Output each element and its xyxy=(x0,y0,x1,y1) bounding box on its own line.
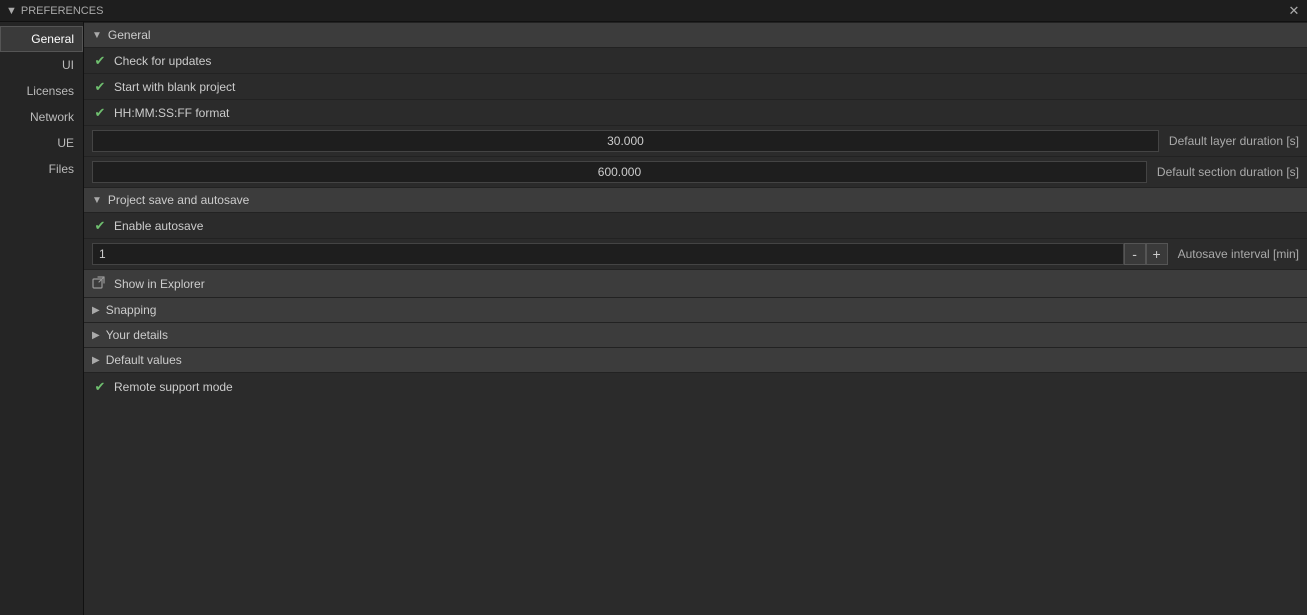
hhmm-format-row: ✔ HH:MM:SS:FF format xyxy=(84,99,1307,125)
snapping-section-header[interactable]: ▶ Snapping xyxy=(84,297,1307,322)
enable-autosave-checkbox-row[interactable]: ✔ Enable autosave xyxy=(92,218,203,234)
blank-project-checkbox-row[interactable]: ✔ Start with blank project xyxy=(92,79,235,95)
sidebar-item-network[interactable]: Network xyxy=(0,104,83,130)
remote-support-label: Remote support mode xyxy=(114,380,233,394)
autosave-section-header[interactable]: ▼ Project save and autosave xyxy=(84,187,1307,212)
enable-autosave-checkmark: ✔ xyxy=(92,218,108,234)
show-in-explorer-row[interactable]: Show in Explorer xyxy=(84,269,1307,297)
enable-autosave-row: ✔ Enable autosave xyxy=(84,212,1307,238)
remote-support-checkmark: ✔ xyxy=(92,379,108,395)
sidebar-item-ue[interactable]: UE xyxy=(0,130,83,156)
general-section-label: General xyxy=(108,28,151,42)
section-duration-input[interactable] xyxy=(92,161,1147,183)
your-details-section-header[interactable]: ▶ Your details xyxy=(84,322,1307,347)
layer-duration-input[interactable] xyxy=(92,130,1159,152)
blank-project-label: Start with blank project xyxy=(114,80,235,94)
autosave-minus-button[interactable]: - xyxy=(1124,243,1146,265)
snapping-expand-icon: ▶ xyxy=(92,305,100,316)
section-duration-input-row: Default section duration [s] xyxy=(92,161,1299,183)
blank-project-row: ✔ Start with blank project xyxy=(84,73,1307,99)
general-section-header[interactable]: ▼ General xyxy=(84,22,1307,47)
default-values-section-header[interactable]: ▶ Default values xyxy=(84,347,1307,372)
close-button[interactable]: ✕ xyxy=(1287,4,1301,18)
autosave-collapse-icon: ▼ xyxy=(92,195,102,206)
check-updates-checkmark: ✔ xyxy=(92,53,108,69)
snapping-label: Snapping xyxy=(106,303,157,317)
title-bar: ▼ PREFERENCES ✕ xyxy=(0,0,1307,22)
sidebar: General UI Licenses Network UE Files xyxy=(0,22,84,615)
general-collapse-icon: ▼ xyxy=(92,30,102,41)
external-link-icon xyxy=(92,275,106,292)
your-details-label: Your details xyxy=(106,328,168,342)
sidebar-item-general[interactable]: General xyxy=(0,26,83,52)
autosave-interval-label: Autosave interval [min] xyxy=(1168,247,1299,261)
default-values-label: Default values xyxy=(106,353,182,367)
check-updates-checkbox-row[interactable]: ✔ Check for updates xyxy=(92,53,211,69)
sidebar-item-licenses[interactable]: Licenses xyxy=(0,78,83,104)
main-layout: General UI Licenses Network UE Files ▼ G… xyxy=(0,22,1307,615)
section-duration-row: Default section duration [s] xyxy=(84,156,1307,187)
autosave-section-label: Project save and autosave xyxy=(108,193,249,207)
autosave-interval-row: - + Autosave interval [min] xyxy=(84,238,1307,269)
hhmm-checkmark: ✔ xyxy=(92,105,108,121)
layer-duration-label: Default layer duration [s] xyxy=(1159,134,1299,148)
sidebar-item-files[interactable]: Files xyxy=(0,156,83,182)
hhmm-label: HH:MM:SS:FF format xyxy=(114,106,229,120)
show-in-explorer-label: Show in Explorer xyxy=(114,277,205,291)
content-area: ▼ General ✔ Check for updates ✔ Start wi… xyxy=(84,22,1307,615)
your-details-expand-icon: ▶ xyxy=(92,330,100,341)
layer-duration-input-row: Default layer duration [s] xyxy=(92,130,1299,152)
section-duration-label: Default section duration [s] xyxy=(1147,165,1299,179)
layer-duration-row: Default layer duration [s] xyxy=(84,125,1307,156)
title-text: PREFERENCES xyxy=(21,5,104,17)
title-triangle-icon: ▼ xyxy=(6,5,17,17)
autosave-plus-button[interactable]: + xyxy=(1146,243,1168,265)
enable-autosave-label: Enable autosave xyxy=(114,219,203,233)
check-updates-label: Check for updates xyxy=(114,54,211,68)
remote-support-row: ✔ Remote support mode xyxy=(84,372,1307,401)
autosave-interval-controls: - + Autosave interval [min] xyxy=(92,243,1299,265)
check-updates-row: ✔ Check for updates xyxy=(84,47,1307,73)
hhmm-checkbox-row[interactable]: ✔ HH:MM:SS:FF format xyxy=(92,105,229,121)
default-values-expand-icon: ▶ xyxy=(92,355,100,366)
remote-support-checkbox-row[interactable]: ✔ Remote support mode xyxy=(92,379,233,395)
autosave-interval-input[interactable] xyxy=(92,243,1124,265)
sidebar-item-ui[interactable]: UI xyxy=(0,52,83,78)
title-bar-title: ▼ PREFERENCES xyxy=(6,5,103,17)
blank-project-checkmark: ✔ xyxy=(92,79,108,95)
